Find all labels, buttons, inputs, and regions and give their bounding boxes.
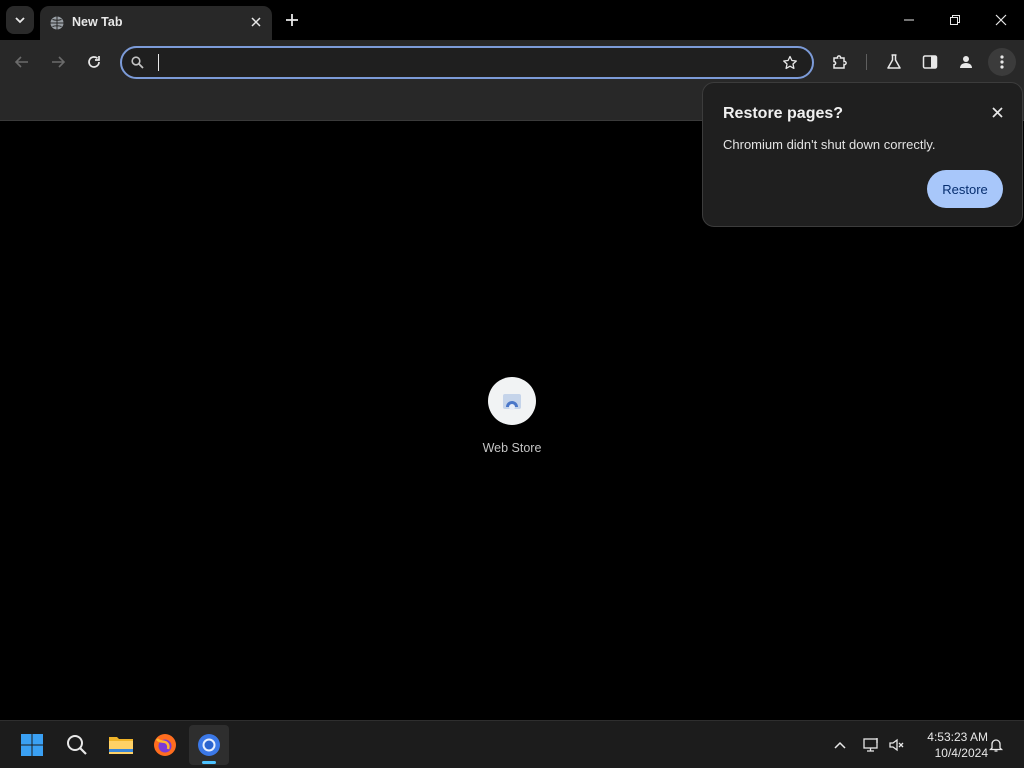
plus-icon	[285, 13, 299, 27]
tab-new-tab[interactable]: New Tab	[40, 6, 272, 40]
show-hidden-icons-button[interactable]	[830, 735, 850, 755]
taskbar: 4:53:23 AM 10/4/2024	[0, 720, 1024, 768]
firefox-button[interactable]	[145, 725, 185, 765]
clock-time: 4:53:23 AM	[927, 730, 988, 744]
active-app-indicator	[202, 761, 216, 764]
minimize-icon	[904, 15, 914, 25]
more-vertical-icon	[1000, 54, 1004, 70]
bookmark-star-icon[interactable]	[782, 55, 798, 71]
network-icon	[863, 737, 881, 753]
chevron-down-icon	[14, 14, 26, 26]
close-icon	[995, 14, 1007, 26]
person-icon	[958, 54, 974, 70]
restore-pages-dialog: Restore pages? Chromium didn't shut down…	[702, 82, 1023, 227]
tab-search-button[interactable]	[6, 6, 34, 34]
address-input[interactable]	[158, 52, 758, 74]
flask-icon	[885, 53, 903, 71]
reload-icon	[86, 54, 102, 70]
chromium-button[interactable]	[189, 725, 229, 765]
restore-window-button[interactable]	[932, 0, 978, 40]
web-store-icon	[488, 377, 536, 425]
restore-window-icon	[950, 15, 960, 25]
globe-icon	[49, 15, 65, 31]
volume-muted-icon	[888, 737, 906, 753]
start-button[interactable]	[12, 725, 52, 765]
toolbar-separator	[866, 54, 867, 70]
close-tab-icon[interactable]	[248, 14, 264, 30]
dialog-close-button[interactable]	[988, 103, 1006, 121]
firefox-icon	[153, 733, 177, 757]
minimize-button[interactable]	[886, 0, 932, 40]
volume-button[interactable]	[887, 735, 907, 755]
file-explorer-icon	[108, 734, 134, 756]
toolbar	[0, 40, 1024, 85]
notifications-button[interactable]	[986, 735, 1006, 755]
clock[interactable]: 4:53:23 AM 10/4/2024	[912, 729, 988, 761]
profile-button[interactable]	[952, 48, 980, 76]
chromium-icon	[197, 733, 221, 757]
restore-button[interactable]: Restore	[927, 170, 1003, 208]
back-button[interactable]	[8, 48, 36, 76]
start-icon	[20, 733, 44, 757]
search-icon	[66, 734, 88, 756]
puzzle-icon	[831, 53, 849, 71]
reload-button[interactable]	[80, 48, 108, 76]
dialog-title: Restore pages?	[723, 105, 844, 122]
forward-button[interactable]	[44, 48, 72, 76]
taskbar-search-button[interactable]	[57, 725, 97, 765]
chevron-up-icon	[834, 741, 846, 749]
dialog-message: Chromium didn't shut down correctly.	[723, 137, 936, 152]
clock-date: 10/4/2024	[934, 746, 988, 760]
new-tab-button[interactable]	[282, 10, 302, 30]
bell-icon	[988, 737, 1004, 753]
tab-title: New Tab	[72, 15, 123, 29]
menu-button[interactable]	[988, 48, 1016, 76]
close-window-button[interactable]	[978, 0, 1024, 40]
arrow-right-icon	[50, 54, 66, 70]
address-bar[interactable]	[120, 46, 814, 79]
tab-strip: New Tab	[0, 0, 1024, 40]
close-icon	[991, 106, 1003, 118]
side-panel-button[interactable]	[916, 48, 944, 76]
network-button[interactable]	[862, 735, 882, 755]
arrow-left-icon	[14, 54, 30, 70]
shortcut-label: Web Store	[482, 441, 542, 455]
shortcut-web-store[interactable]: Web Store	[472, 377, 552, 467]
file-explorer-button[interactable]	[101, 725, 141, 765]
search-icon	[131, 56, 144, 69]
side-panel-icon	[922, 54, 938, 70]
labs-button[interactable]	[880, 48, 908, 76]
extensions-button[interactable]	[826, 48, 854, 76]
